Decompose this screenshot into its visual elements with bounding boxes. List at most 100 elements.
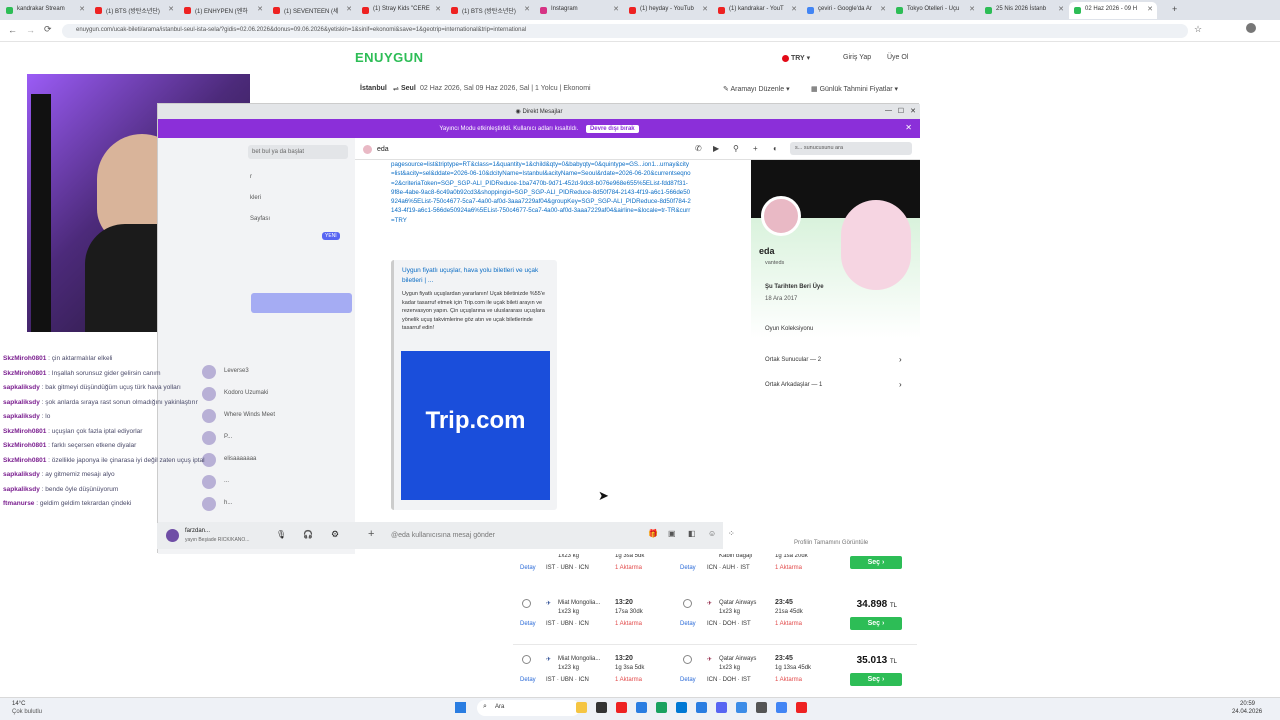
browser-tab[interactable]: (1) heyday - YouTub ✕	[624, 2, 712, 19]
dm-item[interactable]: Sayfası	[250, 216, 270, 222]
windows-start-icon[interactable]	[455, 702, 466, 713]
tab-close-icon[interactable]: ✕	[880, 5, 886, 13]
browser-tab[interactable]: (1) ENHYPEN (엔하 ✕	[179, 2, 267, 19]
gift-icon[interactable]: 🎁	[648, 529, 658, 538]
netflix-icon[interactable]	[616, 702, 627, 713]
attach-plus-icon[interactable]: +	[368, 528, 374, 540]
clock-time[interactable]: 20:59	[1240, 701, 1255, 707]
call-icon[interactable]: ✆	[695, 144, 702, 153]
tab-close-icon[interactable]: ✕	[257, 5, 263, 13]
tab-close-icon[interactable]: ✕	[613, 5, 619, 13]
photos-icon[interactable]	[736, 702, 747, 713]
browser-tab[interactable]: (1) SEVENTEEN (세 ✕	[268, 2, 356, 19]
browser-tab[interactable]: (1) BTS (방탄소년단) ✕	[446, 2, 534, 19]
return-detail-link[interactable]: Detay	[680, 677, 696, 683]
obs-icon[interactable]	[796, 702, 807, 713]
browser-tab[interactable]: 25 Nis 2026 İstanb ✕	[980, 2, 1068, 19]
forward-icon[interactable]: →	[26, 25, 35, 35]
minimize-icon[interactable]: —	[885, 107, 892, 114]
outbound-radio[interactable]	[522, 655, 531, 664]
detail-link[interactable]: Detay	[520, 565, 536, 571]
browser-tab[interactable]: kandrakar Stream ✕	[1, 2, 89, 19]
terminal-icon[interactable]	[596, 702, 607, 713]
mutual-friends[interactable]: Ortak Arkadaşlar — 1	[765, 382, 822, 388]
site-logo[interactable]: ENUYGUN	[355, 50, 424, 65]
signup-link[interactable]: Üye Ol	[887, 54, 908, 61]
tab-close-icon[interactable]: ✕	[791, 5, 797, 13]
return-detail-link[interactable]: Detay	[680, 565, 696, 571]
profile-avatar[interactable]	[1246, 23, 1256, 33]
select-flight-button[interactable]: Seç ›	[850, 617, 902, 630]
tab-close-icon[interactable]: ✕	[346, 5, 352, 13]
tab-close-icon[interactable]: ✕	[702, 5, 708, 13]
weather-temp[interactable]: 14°C	[12, 701, 25, 707]
dm-item[interactable]: P...	[202, 431, 232, 445]
tab-close-icon[interactable]: ✕	[969, 5, 975, 13]
dm-item[interactable]: Kodoro Uzumaki	[202, 387, 268, 401]
microphone-icon[interactable]: 🎙	[276, 530, 286, 539]
dm-item[interactable]: Leverse3	[202, 365, 249, 379]
profile-toggle-icon[interactable]: ◐	[773, 144, 778, 153]
dm-item[interactable]: h...	[202, 497, 232, 511]
pin-icon[interactable]: ⚲	[733, 144, 739, 153]
browser-tab[interactable]: 02 Haz 2026 - 09 H ✕	[1069, 2, 1157, 19]
tab-close-icon[interactable]: ✕	[1058, 5, 1064, 13]
tab-close-icon[interactable]: ✕	[168, 5, 174, 13]
server-search-input[interactable]: s... sunucusunu ara	[790, 142, 912, 155]
apps-icon[interactable]: ⁘	[728, 529, 735, 538]
settings-gear-icon[interactable]: ⚙	[331, 529, 339, 540]
mutual-servers[interactable]: Ortak Sunucular — 2	[765, 357, 821, 363]
headphones-icon[interactable]: 🎧	[303, 530, 313, 539]
edge-icon[interactable]	[636, 702, 647, 713]
trip-com-logo[interactable]: Trip.com	[401, 351, 550, 500]
back-icon[interactable]: ←	[8, 25, 17, 35]
browser-tab[interactable]: Instagram ✕	[535, 2, 623, 19]
profile-avatar[interactable]	[761, 196, 801, 236]
taskbar-search[interactable]: ⌕ Ara	[477, 700, 580, 716]
discord-icon[interactable]	[716, 702, 727, 713]
gif-icon[interactable]: ▣	[668, 529, 676, 538]
chrome-icon[interactable]	[776, 702, 787, 713]
flight-row[interactable]: ✈ Miat Mongolia... 13:20 ✈ Qatar Airways 23:4…	[513, 590, 917, 645]
weather-text[interactable]: Çok bulutlu	[12, 709, 42, 715]
message-link[interactable]: pagesource=list&triptype=RT&class=1&quan…	[391, 160, 691, 225]
close-icon[interactable]: ✕	[910, 107, 916, 115]
view-full-profile[interactable]: Profilin Tamamını Görüntüle	[794, 540, 868, 546]
return-radio[interactable]	[683, 655, 692, 664]
dm-item[interactable]: r	[250, 174, 252, 180]
dm-item[interactable]: Where Winds Meet	[202, 409, 275, 423]
browser-tab[interactable]: çeviri - Google'da Ar ✕	[802, 2, 890, 19]
tab-close-icon[interactable]: ✕	[1147, 5, 1153, 13]
browser-tab[interactable]: (1) kandrakar - YouT ✕	[713, 2, 801, 19]
browser-tab[interactable]: (1) Stray Kids "CERE ✕	[357, 2, 445, 19]
disable-streamer-mode-button[interactable]: Devre dışı bırak	[585, 125, 639, 133]
edit-search-button[interactable]: ✎ Aramayı Düzenle ▾	[723, 85, 790, 93]
clock-date[interactable]: 24.04.2026	[1232, 709, 1262, 715]
reload-icon[interactable]: ⟳	[44, 24, 52, 35]
bookmark-star-icon[interactable]: ☆	[1194, 24, 1202, 35]
store-icon[interactable]	[656, 702, 667, 713]
message-input[interactable]: @eda kullanıcısına mesaj gönder	[391, 532, 495, 539]
outbound-radio[interactable]	[522, 599, 531, 608]
detail-link[interactable]: Detay	[520, 677, 536, 683]
voice-avatar[interactable]	[166, 529, 179, 542]
banner-close-icon[interactable]: ✕	[905, 123, 912, 132]
return-detail-link[interactable]: Detay	[680, 621, 696, 627]
dm-item[interactable]: kleri	[250, 195, 261, 201]
tab-close-icon[interactable]: ✕	[524, 5, 530, 13]
tab-close-icon[interactable]: ✕	[79, 5, 85, 13]
new-tab-icon[interactable]: +	[1172, 4, 1177, 14]
dm-item[interactable]: ...	[202, 475, 229, 489]
tab-close-icon[interactable]: ✕	[435, 5, 441, 13]
dm-item[interactable]: elisaaaaaaa	[202, 453, 256, 467]
browser-tab[interactable]: Tokyo Otelleri - Uçu ✕	[891, 2, 979, 19]
video-call-icon[interactable]: ▶	[713, 144, 719, 153]
dm-search-input[interactable]: bet bul ya da başlat	[248, 145, 348, 159]
add-friend-icon[interactable]: +	[753, 144, 758, 153]
embed-title[interactable]: Uygun fiyatlı uçuşlar, hava yolu biletle…	[402, 266, 552, 286]
browser-tab[interactable]: (1) BTS (방탄소년단) ✕	[90, 2, 178, 19]
selected-dm[interactable]	[251, 293, 352, 313]
daily-prices-button[interactable]: ▦ Günlük Tahmini Fiyatlar ▾	[811, 85, 898, 93]
url-input[interactable]: enuygun.com/ucak-bileti/arama/istanbul-s…	[62, 24, 1188, 38]
game-collection[interactable]: Oyun Koleksiyonu	[765, 326, 813, 332]
